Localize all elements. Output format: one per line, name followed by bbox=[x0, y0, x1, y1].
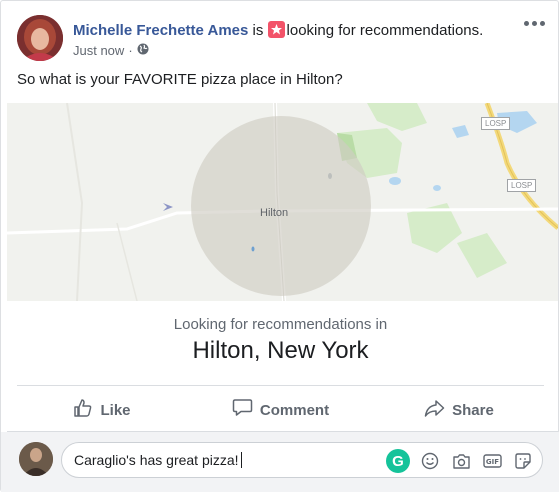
comment-bubble-icon bbox=[232, 398, 253, 422]
comment-tools: G GIF bbox=[386, 449, 534, 473]
gif-icon[interactable]: GIF bbox=[481, 450, 503, 472]
like-label: Like bbox=[100, 401, 131, 419]
map-city-label: Hilton bbox=[260, 207, 289, 219]
author-line: Michelle Frechette Ames is looking for r… bbox=[73, 21, 483, 39]
author-verb: is bbox=[252, 22, 264, 39]
map-road-badge: LOSP bbox=[507, 179, 537, 192]
camera-icon[interactable] bbox=[450, 450, 472, 472]
recommendation-place[interactable]: Hilton, New York bbox=[1, 337, 559, 365]
like-button[interactable]: Like bbox=[17, 393, 187, 427]
activity-text: looking for recommendations. bbox=[286, 22, 484, 39]
timestamp[interactable]: Just now bbox=[73, 43, 124, 58]
comment-button[interactable]: Comment bbox=[196, 393, 366, 427]
globe-icon[interactable] bbox=[137, 43, 149, 58]
meta-separator: · bbox=[128, 43, 133, 58]
comment-input[interactable]: Caraglio's has great pizza! G GIF bbox=[61, 442, 543, 478]
sticker-icon[interactable] bbox=[512, 450, 534, 472]
grammarly-icon[interactable]: G bbox=[386, 449, 410, 473]
share-arrow-icon bbox=[424, 398, 445, 422]
recommendation-flag-icon bbox=[267, 21, 285, 38]
map-road-badge: LOSP bbox=[481, 117, 511, 130]
map[interactable]: Hilton LOSP LOSP bbox=[7, 103, 558, 301]
recommendation-label: Looking for recommendations in bbox=[173, 316, 388, 333]
svg-text:GIF: GIF bbox=[485, 458, 498, 466]
share-button[interactable]: Share bbox=[374, 393, 544, 427]
author-avatar[interactable] bbox=[17, 15, 63, 61]
comment-label: Comment bbox=[259, 401, 330, 419]
map-graphic bbox=[7, 103, 558, 301]
post-meta: Just now · bbox=[73, 43, 149, 58]
action-bar: Like Comment Share bbox=[17, 393, 544, 427]
share-label: Share bbox=[452, 401, 494, 419]
post-card: Michelle Frechette Ames is looking for r… bbox=[0, 0, 559, 492]
divider bbox=[17, 385, 544, 386]
post-text: So what is your FAVORITE pizza place in … bbox=[17, 71, 343, 88]
more-options-icon[interactable] bbox=[524, 17, 546, 29]
thumbs-up-icon bbox=[73, 398, 93, 422]
emoji-icon[interactable] bbox=[419, 450, 441, 472]
author-name[interactable]: Michelle Frechette Ames bbox=[73, 22, 248, 39]
comment-bar: Caraglio's has great pizza! G GIF bbox=[1, 432, 559, 492]
comment-input-text[interactable]: Caraglio's has great pizza! bbox=[74, 452, 242, 468]
commenter-avatar[interactable] bbox=[19, 442, 53, 476]
